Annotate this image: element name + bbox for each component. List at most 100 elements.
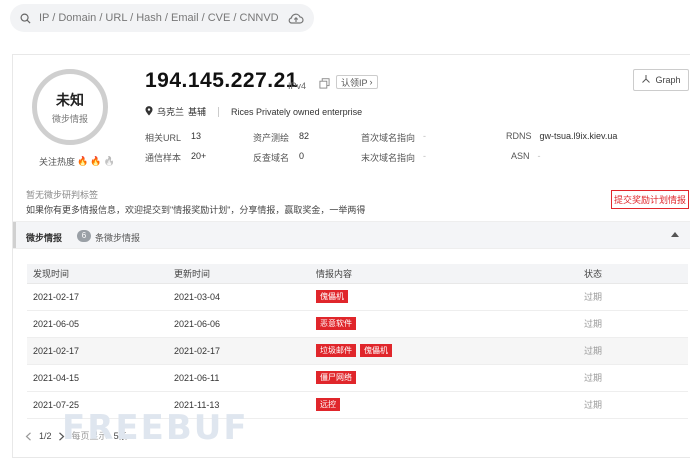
stat-value[interactable]: 82	[299, 131, 309, 141]
cell-found: 2021-06-05	[27, 310, 168, 338]
table-row[interactable]: 2021-04-15 2021-06-11 僵尸网络 过期	[27, 364, 688, 392]
graph-button[interactable]: Graph	[633, 69, 689, 91]
heat-label: 关注热度	[39, 157, 76, 167]
stat-value[interactable]: 13	[191, 131, 201, 141]
chevron-right-icon: ›	[369, 77, 373, 87]
section-title: 微步情报	[26, 233, 63, 243]
heat-indicator: 关注热度 🔥 🔥 🔥	[39, 155, 115, 168]
column-header-content: 情报内容	[310, 264, 578, 284]
table-row[interactable]: 2021-06-05 2021-06-06 恶意软件 过期	[27, 310, 688, 338]
section-accent-bar	[13, 222, 16, 248]
threat-score-ring: 未知 微步情报	[32, 69, 108, 145]
intel-table: 发现时间 更新时间 情报内容 状态 2021-02-17 2021-03-04 …	[27, 264, 688, 419]
column-header-updated[interactable]: 更新时间	[168, 264, 310, 284]
threat-score-value: 未知	[56, 91, 84, 108]
search-bar	[10, 4, 314, 32]
intel-section-header[interactable]: 微步情报 6 条微步情报	[13, 221, 690, 249]
cell-updated: 2021-03-04	[168, 283, 310, 311]
location-row: 乌克兰 基辅 Rices Privately owned enterprise	[145, 105, 362, 118]
ip-address: 194.145.227.21	[145, 69, 298, 92]
search-icon[interactable]	[20, 13, 31, 24]
intel-tag[interactable]: 恶意软件	[316, 317, 356, 330]
watermark-logo: FREEBUF	[62, 408, 249, 448]
promo-text: 如果你有更多情报信息，欢迎提交到"情报奖励计划"，分享情报，赢取奖金，一举两得	[26, 205, 366, 215]
chevron-left-icon[interactable]	[25, 431, 33, 441]
location-owner: Rices Privately owned enterprise	[231, 106, 363, 117]
stat-last-domain: 末次域名指向 -	[361, 151, 426, 164]
cell-found: 2021-02-17	[27, 283, 168, 311]
cell-status: 过期	[578, 391, 688, 419]
stat-value: -	[537, 151, 541, 161]
divider	[218, 106, 220, 117]
stat-label: 末次域名指向	[361, 153, 416, 163]
flame-icon: 🔥	[103, 156, 115, 166]
threat-score-label: 微步情报	[51, 113, 88, 124]
intel-tag[interactable]: 远控	[316, 398, 340, 411]
cell-found: 2021-02-17	[27, 337, 168, 365]
stat-label: 通信样本	[145, 153, 182, 163]
no-tags-text: 暂无微步研判标签	[26, 190, 99, 200]
location-city: 基辅	[188, 107, 207, 117]
stat-asset-mapping: 资产测绘 82	[253, 131, 309, 144]
search-input[interactable]	[39, 12, 288, 24]
stat-value: -	[423, 131, 427, 141]
intel-tag[interactable]: 垃圾邮件	[316, 344, 356, 357]
page-indicator: 1/2	[39, 430, 52, 441]
stat-value: -	[423, 151, 427, 161]
cell-status: 过期	[578, 337, 688, 365]
table-row[interactable]: 2021-02-17 2021-02-17 垃圾邮件 傀儡机 过期	[27, 337, 688, 365]
stat-rdns: RDNS gw-tsua.l9ix.kiev.ua	[506, 131, 617, 141]
stat-label: 反查域名	[253, 153, 290, 163]
stat-related-url: 相关URL 13	[145, 131, 201, 144]
cell-content: 僵尸网络	[310, 364, 578, 392]
intel-tag[interactable]: 傀儡机	[316, 290, 348, 303]
table-header-row: 发现时间 更新时间 情报内容 状态	[27, 264, 688, 284]
graph-icon	[641, 74, 651, 86]
stat-value: gw-tsua.l9ix.kiev.ua	[539, 131, 618, 141]
claim-ip-button[interactable]: 认领IP ›	[336, 75, 378, 89]
stat-label: 首次域名指向	[361, 133, 416, 143]
caret-up-icon[interactable]	[671, 232, 679, 237]
claim-ip-label: 认领IP	[341, 77, 368, 88]
column-header-found[interactable]: 发现时间	[27, 264, 168, 284]
copy-icon[interactable]	[318, 77, 330, 89]
location-country: 乌克兰	[157, 107, 185, 117]
cell-status: 过期	[578, 364, 688, 392]
flame-icon: 🔥	[90, 156, 102, 166]
stat-label: RDNS	[506, 131, 532, 141]
stat-asn: ASN -	[511, 151, 541, 161]
stat-samples: 通信样本 20+	[145, 151, 206, 164]
column-header-status: 状态	[578, 264, 688, 284]
stat-reverse-domain: 反查域名 0	[253, 151, 304, 164]
total-pages: 2	[46, 430, 52, 441]
cell-content: 恶意软件	[310, 310, 578, 338]
intel-tag[interactable]: 僵尸网络	[316, 371, 356, 384]
stat-value[interactable]: 0	[299, 151, 304, 161]
cell-status: 过期	[578, 310, 688, 338]
cloud-upload-icon[interactable]	[288, 12, 304, 25]
intel-count-badge: 6	[77, 230, 91, 242]
stat-label: ASN	[511, 151, 530, 161]
ip-detail-card: 未知 微步情报 关注热度 🔥 🔥 🔥 194.145.227.21 IPv4 认…	[12, 54, 690, 458]
cell-content: 垃圾邮件 傀儡机	[310, 337, 578, 365]
stat-first-domain: 首次域名指向 -	[361, 131, 426, 144]
current-page: 1	[39, 430, 45, 441]
cell-updated: 2021-06-06	[168, 310, 310, 338]
submit-reward-button[interactable]: 提交奖励计划情报	[611, 190, 689, 209]
flame-icon: 🔥	[77, 156, 89, 166]
graph-label: Graph	[655, 75, 681, 85]
intel-tag[interactable]: 傀儡机	[360, 344, 392, 357]
table-row[interactable]: 2021-02-17 2021-03-04 傀儡机 过期	[27, 283, 688, 311]
stat-value[interactable]: 20+	[191, 151, 206, 161]
stat-label: 资产测绘	[253, 133, 290, 143]
location-icon	[145, 105, 153, 118]
stat-label: 相关URL	[145, 133, 182, 143]
cell-content: 远控	[310, 391, 578, 419]
cell-content: 傀儡机	[310, 283, 578, 311]
ip-version: IPv4	[288, 81, 307, 91]
cell-updated: 2021-06-11	[168, 364, 310, 392]
cell-status: 过期	[578, 283, 688, 311]
cell-found: 2021-04-15	[27, 364, 168, 392]
cell-updated: 2021-02-17	[168, 337, 310, 365]
intel-count-label: 条微步情报	[95, 233, 141, 243]
